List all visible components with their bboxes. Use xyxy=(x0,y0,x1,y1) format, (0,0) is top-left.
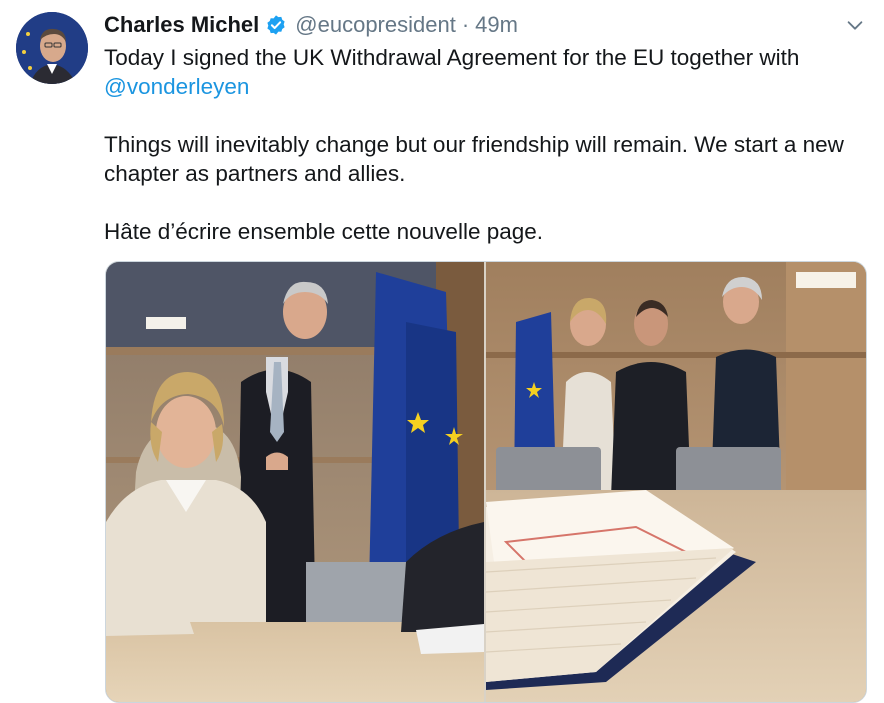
chevron-down-icon[interactable] xyxy=(844,14,866,36)
tweet-text-line1: Today I signed the UK Withdrawal Agreeme… xyxy=(104,45,800,70)
author-handle[interactable]: @eucopresident xyxy=(295,12,456,38)
photo-agreement-book xyxy=(486,262,866,702)
tweet-paragraph-2: Things will inevitably change but our fr… xyxy=(104,132,844,186)
photo-1[interactable] xyxy=(106,262,484,702)
header-separator: · xyxy=(461,12,470,37)
tweet-timestamp[interactable]: 49m xyxy=(475,12,518,38)
photo-signing-scene xyxy=(106,262,484,702)
mention-link[interactable]: @vonderleyen xyxy=(104,74,249,99)
tweet-paragraph-3: Hâte d’écrire ensemble cette nouvelle pa… xyxy=(104,219,544,244)
author-avatar[interactable] xyxy=(16,12,88,84)
tweet-paragraph-1: Today I signed the UK Withdrawal Agreeme… xyxy=(104,43,874,101)
tweet-body: Today I signed the UK Withdrawal Agreeme… xyxy=(104,43,874,246)
verified-badge-icon xyxy=(265,14,287,36)
avatar-image xyxy=(16,12,88,84)
media-grid xyxy=(105,261,867,703)
photo-2[interactable] xyxy=(486,262,866,702)
tweet-header: Charles Michel @eucopresident · 49m xyxy=(104,9,518,41)
author-name[interactable]: Charles Michel xyxy=(104,12,259,38)
